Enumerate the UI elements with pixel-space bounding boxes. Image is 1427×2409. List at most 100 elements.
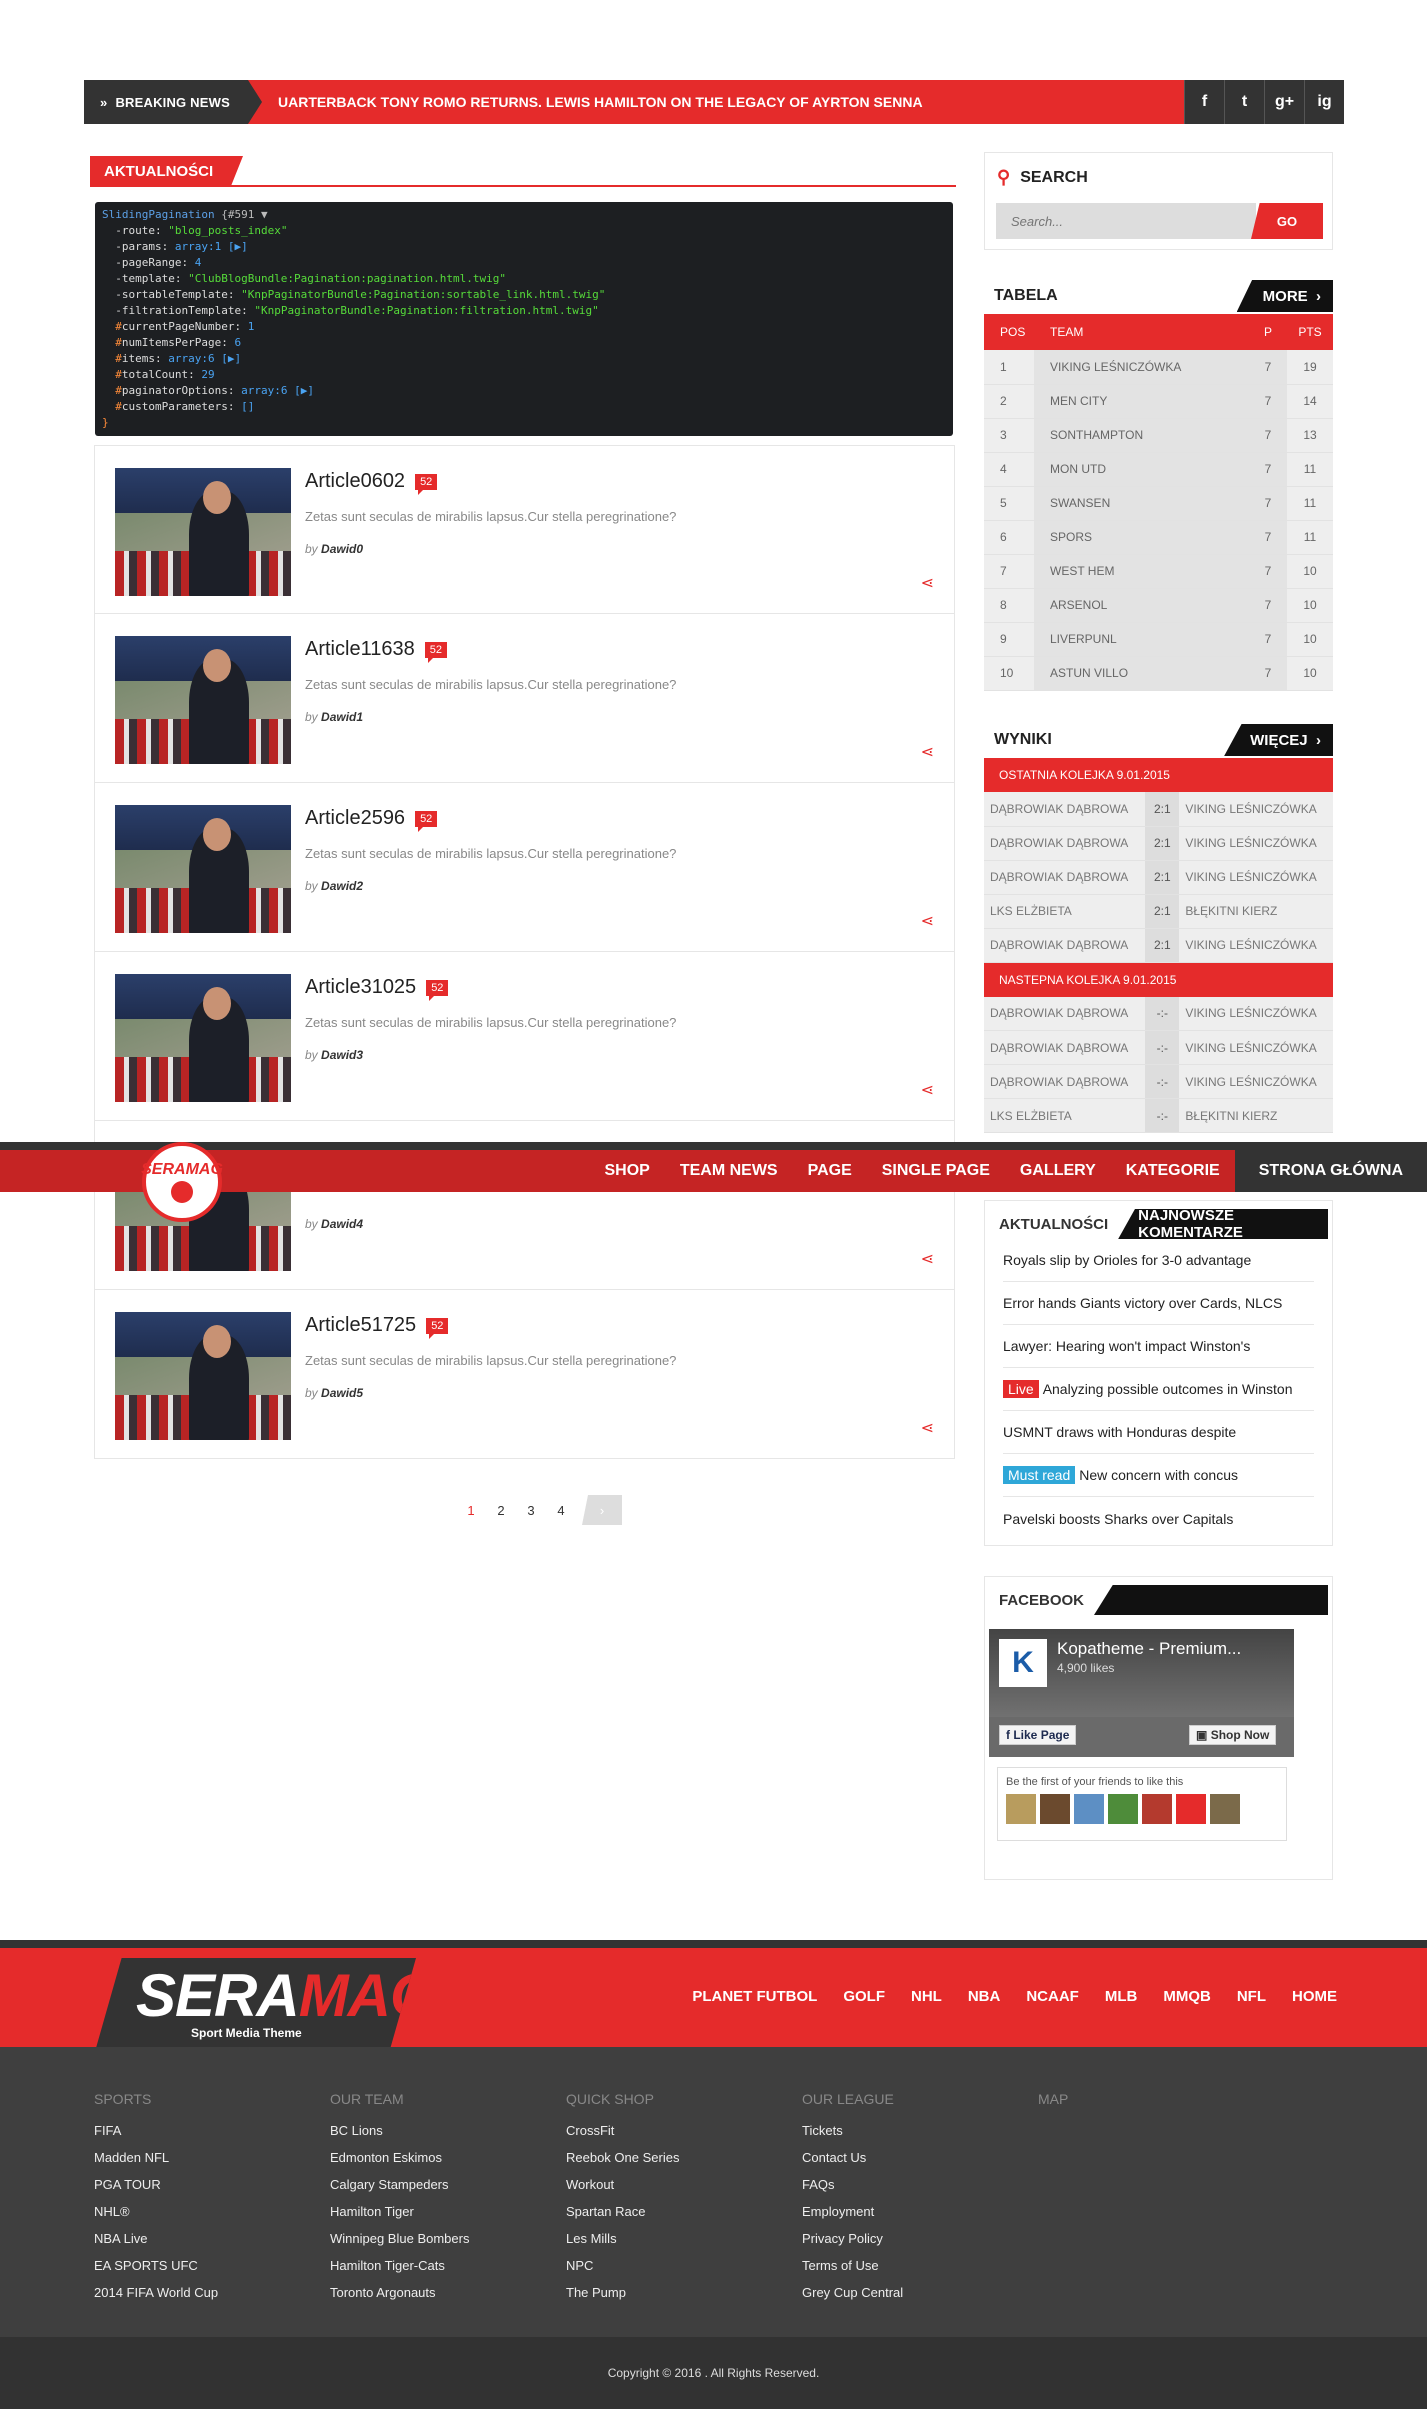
article-title[interactable]: Article2596 52 [305,807,438,832]
footer-link[interactable]: Terms of Use [802,2258,903,2285]
news-item[interactable]: Live Analyzing possible outcomes in Winst… [1003,1368,1314,1411]
facebook-icon[interactable]: f [1184,80,1224,124]
page-link[interactable]: 3 [516,1503,546,1518]
article-title-text[interactable]: Article11638 [305,638,415,661]
more-button[interactable]: MORE › [1236,280,1333,312]
footer-nav-planet-futbol[interactable]: PLANET FUTBOL [692,1988,817,2005]
article-thumbnail[interactable] [115,636,291,764]
site-logo[interactable]: SERAMAG [141,1142,223,1222]
news-text[interactable]: Error hands Giants victory over Cards, N… [1003,1295,1282,1311]
facebook-page-card[interactable]: K Kopatheme - Premium... 4,900 likes [989,1629,1294,1729]
footer-link[interactable]: NPC [566,2258,679,2285]
news-item[interactable]: USMNT draws with Honduras despite [1003,1411,1314,1454]
article-thumbnail[interactable] [115,468,291,596]
comment-count-badge[interactable]: 52 [426,979,449,1001]
footer-link[interactable]: FAQs [802,2177,903,2204]
footer-nav-nba[interactable]: NBA [968,1988,1001,2005]
news-item[interactable]: Lawyer: Hearing won't impact Winston's [1003,1325,1314,1368]
page-link[interactable]: 4 [546,1503,576,1518]
tab-aktualnosci[interactable]: AKTUALNOŚCI [989,1209,1118,1239]
nav-item-page[interactable]: PAGE [793,1150,867,1192]
nav-item-single-page[interactable]: SINGLE PAGE [867,1150,1005,1192]
avatar[interactable] [1040,1794,1070,1824]
news-text[interactable]: New concern with concus [1079,1467,1238,1483]
tab-comments[interactable]: NAJNOWSZE KOMENTARZE [1118,1209,1328,1239]
footer-nav-golf[interactable]: GOLF [843,1988,885,2005]
footer-link[interactable]: Les Mills [566,2231,679,2258]
article-author[interactable]: Dawid1 [321,710,363,724]
share-icon[interactable]: ⋖ [921,742,934,762]
article-author[interactable]: Dawid2 [321,879,363,893]
footer-link[interactable]: The Pump [566,2285,679,2312]
news-text[interactable]: USMNT draws with Honduras despite [1003,1424,1236,1440]
avatar[interactable] [1006,1794,1036,1824]
avatar[interactable] [1142,1794,1172,1824]
footer-link[interactable]: Edmonton Eskimos [330,2150,469,2177]
news-text[interactable]: Pavelski boosts Sharks over Capitals [1003,1511,1233,1527]
footer-link[interactable]: Employment [802,2204,903,2231]
article-title[interactable]: Article51725 52 [305,1314,449,1339]
article-title-text[interactable]: Article0602 [305,470,405,493]
share-icon[interactable]: ⋖ [921,573,934,593]
search-input[interactable] [996,203,1256,239]
share-icon[interactable]: ⋖ [921,1080,934,1100]
avatar[interactable] [1108,1794,1138,1824]
article-title-text[interactable]: Article51725 [305,1314,416,1337]
nav-item-gallery[interactable]: GALLERY [1005,1150,1111,1192]
footer-link[interactable]: Reebok One Series [566,2150,679,2177]
like-page-button[interactable]: f Like Page [999,1725,1077,1745]
news-item[interactable]: Must read New concern with concus [1003,1454,1314,1497]
footer-link[interactable]: EA SPORTS UFC [94,2258,218,2285]
news-item[interactable]: Royals slip by Orioles for 3-0 advantage [1003,1239,1314,1282]
breaking-news-ticker[interactable]: UARTERBACK TONY ROMO RETURNS. LEWIS HAMI… [278,94,923,110]
news-text[interactable]: Royals slip by Orioles for 3-0 advantage [1003,1252,1251,1268]
share-icon[interactable]: ⋖ [921,1249,934,1269]
avatar[interactable] [1176,1794,1206,1824]
more-results-button[interactable]: WIĘCEJ › [1224,724,1333,756]
article-title[interactable]: Article0602 52 [305,470,438,495]
avatar[interactable] [1074,1794,1104,1824]
footer-link[interactable]: BC Lions [330,2123,469,2150]
footer-link[interactable]: Contact Us [802,2150,903,2177]
footer-link[interactable]: Madden NFL [94,2150,218,2177]
footer-nav-mmqb[interactable]: MMQB [1163,1988,1211,2005]
footer-link[interactable]: Grey Cup Central [802,2285,903,2312]
article-title[interactable]: Article31025 52 [305,976,449,1001]
article-title-text[interactable]: Article2596 [305,807,405,830]
nav-item-strona-główna[interactable]: STRONA GŁÓWNA [1234,1150,1427,1192]
footer-link[interactable]: NHL® [94,2204,218,2231]
search-go-button[interactable]: GO [1251,203,1323,239]
comment-count-badge[interactable]: 52 [415,810,438,832]
news-item[interactable]: Pavelski boosts Sharks over Capitals [1003,1497,1314,1540]
article-thumbnail[interactable] [115,805,291,933]
footer-link[interactable]: Tickets [802,2123,903,2150]
footer-link[interactable]: Winnipeg Blue Bombers [330,2231,469,2258]
footer-link[interactable]: 2014 FIFA World Cup [94,2285,218,2312]
comment-count-badge[interactable]: 52 [426,1317,449,1339]
footer-nav-ncaaf[interactable]: NCAAF [1026,1988,1079,2005]
article-author[interactable]: Dawid4 [321,1217,363,1231]
shop-now-button[interactable]: ▣ Shop Now [1189,1725,1277,1745]
comment-count-badge[interactable]: 52 [424,641,447,663]
comment-count-badge[interactable]: 52 [415,473,438,495]
footer-nav-home[interactable]: HOME [1292,1988,1337,2005]
article-title[interactable]: Article11638 52 [305,638,447,663]
nav-item-shop[interactable]: SHOP [589,1150,664,1192]
article-thumbnail[interactable] [115,974,291,1102]
footer-link[interactable]: Hamilton Tiger [330,2204,469,2231]
footer-link[interactable]: Hamilton Tiger-Cats [330,2258,469,2285]
instagram-icon[interactable]: ig [1304,80,1344,124]
article-title-text[interactable]: Article31025 [305,976,416,999]
footer-link[interactable]: Workout [566,2177,679,2204]
article-author[interactable]: Dawid5 [321,1386,363,1400]
footer-link[interactable]: FIFA [94,2123,218,2150]
news-item[interactable]: Error hands Giants victory over Cards, N… [1003,1282,1314,1325]
page-link[interactable]: 2 [486,1503,516,1518]
article-author[interactable]: Dawid0 [321,542,363,556]
nav-item-kategorie[interactable]: KATEGORIE [1111,1150,1235,1192]
footer-link[interactable]: NBA Live [94,2231,218,2258]
footer-nav-nfl[interactable]: NFL [1237,1988,1266,2005]
article-thumbnail[interactable] [115,1312,291,1440]
footer-link[interactable]: PGA TOUR [94,2177,218,2204]
share-icon[interactable]: ⋖ [921,911,934,931]
